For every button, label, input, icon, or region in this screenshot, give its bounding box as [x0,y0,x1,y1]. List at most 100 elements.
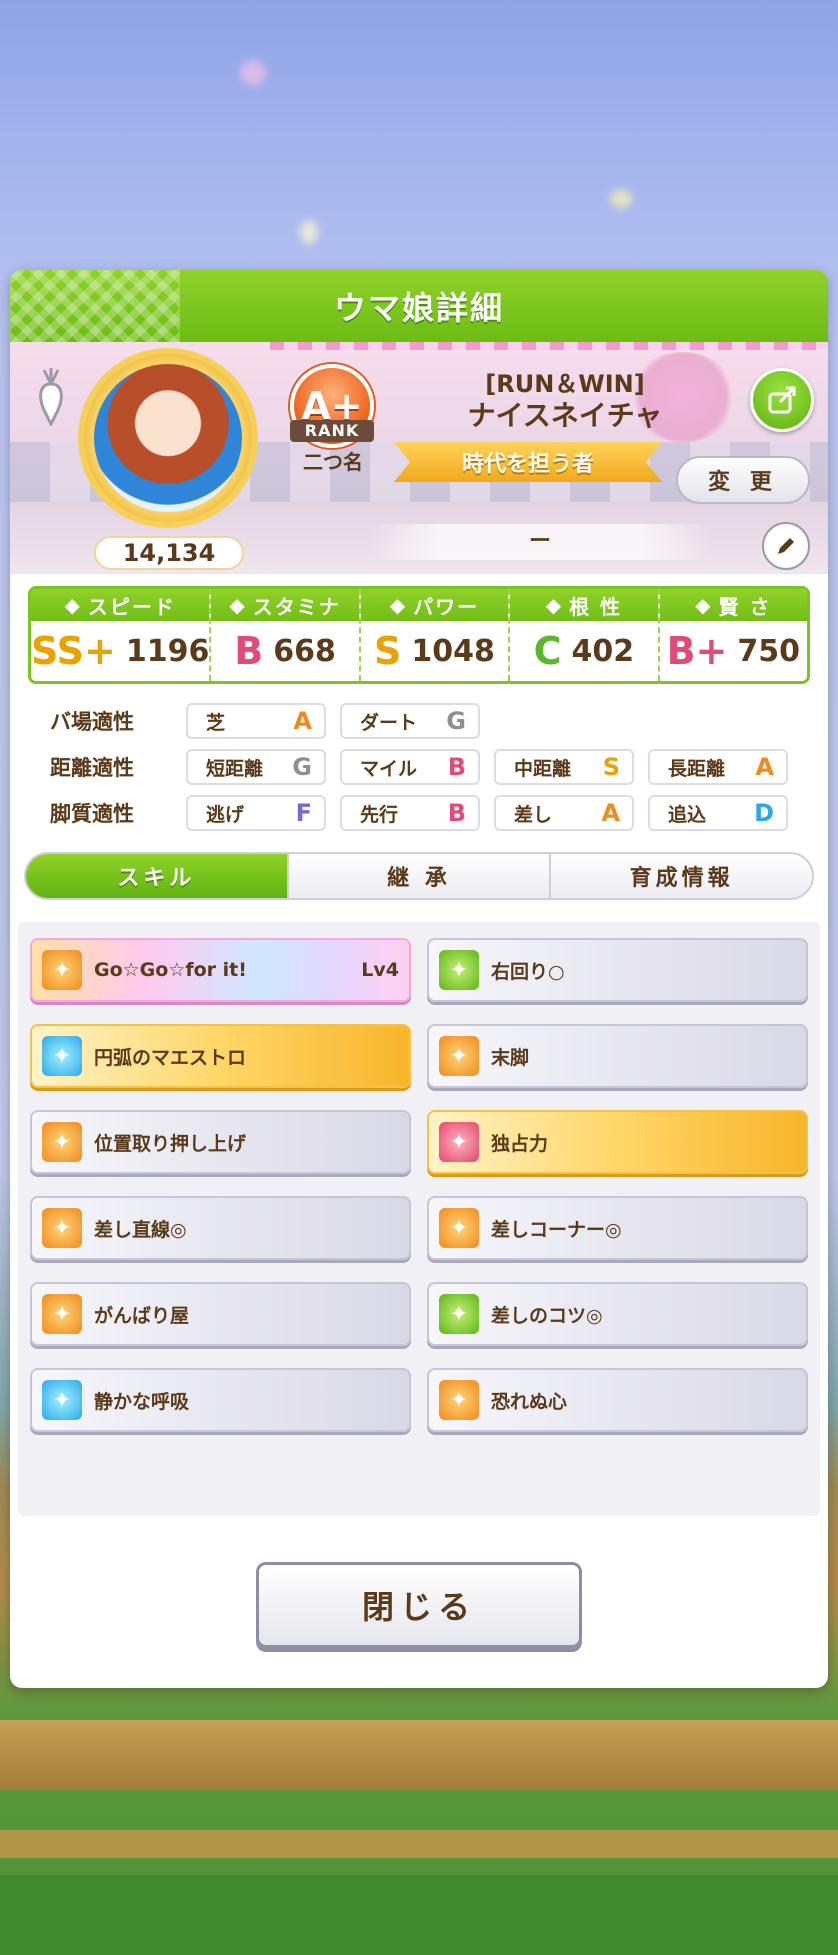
stats-table: ◆ スピード SS+ 1196 ◆ スタミナ B 668 ◆ パワー S 1048 ◆ 根 性 C 402 ◆ 賢… [28,586,810,684]
aptitude-chip: 先行 B [340,795,480,831]
stat-column: ◆ 賢 さ B+ 750 [659,589,807,681]
stat-name: スピード [87,594,176,619]
stat-column: ◆ スピード SS+ 1196 [31,589,212,681]
skill-item[interactable]: ✦ 差しコーナー◎ [427,1196,808,1260]
skill-item[interactable]: ✦ 独占力 [427,1110,808,1174]
stat-grade: SS+ [31,629,116,673]
skills-grid: ✦ Go☆Go☆for it! Lv4 ✦ 右回り○ ✦ 円弧のマエストロ ✦ 末脚 ✦ 位置取り押… [30,938,808,1432]
aptitude-name: 逃げ [206,803,245,826]
skill-item[interactable]: ✦ Go☆Go☆for it! Lv4 [30,938,411,1002]
skill-name: 右回り○ [491,960,565,983]
stat-value: 750 [737,633,801,669]
stat-column: ◆ スタミナ B 668 [211,589,361,681]
skills-list: ✦ Go☆Go☆for it! Lv4 ✦ 右回り○ ✦ 円弧のマエストロ ✦ 末脚 ✦ 位置取り押… [18,922,820,1516]
stat-body: S 1048 [360,621,509,681]
edit-button[interactable] [762,522,810,570]
skill-icon: ✦ [42,950,82,990]
stat-value: 1048 [411,633,495,669]
detail-tabs: スキル 継 承 育成情報 [24,852,814,900]
aptitude-grade: D [754,799,774,827]
skill-item[interactable]: ✦ 末脚 [427,1024,808,1088]
aptitude-name: 短距離 [206,757,264,780]
stat-name: 根 性 [569,594,623,619]
aptitude-label: 脚質適性 [50,802,134,826]
tab-training-info[interactable]: 育成情報 [551,854,812,898]
change-button[interactable]: 変 更 [676,456,810,504]
aptitude-name: 追込 [668,803,707,826]
close-button[interactable]: 閉じる [256,1562,582,1648]
aptitude-grade: G [446,707,466,735]
aptitude-name: 芝 [206,711,226,734]
epithet-ribbon: 時代を担う者 [394,442,662,482]
flame-icon: ◆ [545,593,564,617]
aptitude-label: バ場適性 [50,710,134,734]
skill-icon: ✦ [439,1122,479,1162]
stat-header: ◆ 賢 さ [659,589,807,621]
style-aptitude-row: 脚質適性 逃げ F 先行 B 差し A 追込 D [50,790,810,836]
background-fence [0,1720,838,1790]
header-pattern [10,270,180,342]
skill-icon: ✦ [439,1380,479,1420]
character-portrait [94,364,242,512]
aptitude-chip: 中距離 S [494,749,634,785]
nickname-label[interactable]: 二つ名 [288,446,378,475]
skill-item[interactable]: ✦ 差しのコツ◎ [427,1282,808,1346]
tab-skills[interactable]: スキル [26,854,289,898]
comment-text: ー [370,524,710,560]
skill-item[interactable]: ✦ 右回り○ [427,938,808,1002]
skill-name: 恐れぬ心 [491,1390,568,1413]
stat-column: ◆ 根 性 C 402 [510,589,660,681]
stat-column: ◆ パワー S 1048 [360,589,511,681]
stat-grade: B [234,629,264,673]
panel-header: ウマ娘詳細 [10,270,828,342]
character-name: ナイスネイチャ [467,399,663,432]
stat-grade: B+ [666,629,728,673]
distance-aptitude-row: 距離適性 短距離 G マイル B 中距離 S 長距離 A [50,744,810,790]
heart-icon: ◆ [229,593,247,617]
aptitude-chip: 追込 D [648,795,788,831]
skill-icon: ✦ [439,1294,479,1334]
tab-inheritance[interactable]: 継 承 [289,854,552,898]
aptitude-name: 先行 [360,803,399,826]
aptitude-grade: F [295,799,312,827]
aptitude-grade: S [602,753,620,781]
skill-icon: ✦ [42,1208,82,1248]
character-portrait-frame[interactable] [78,348,258,528]
rank-badge: A+ RANK [286,364,378,456]
share-button[interactable] [750,368,814,432]
profile-section: 14,134 A+ RANK 二つ名 [RUN＆WIN] ナイスネイチャ 時代を… [10,342,828,574]
skill-name: 差し直線◎ [94,1218,187,1241]
skill-item[interactable]: ✦ がんばり屋 [30,1282,411,1346]
stat-body: C 402 [510,621,658,681]
panel-title: ウマ娘詳細 [333,289,504,327]
skill-item[interactable]: ✦ 差し直線◎ [30,1196,411,1260]
skill-item[interactable]: ✦ 静かな呼吸 [30,1368,411,1432]
stat-body: B+ 750 [659,621,807,681]
skill-name: 差しコーナー◎ [491,1218,622,1241]
aptitude-name: 差し [514,803,553,826]
aptitude-chip: 短距離 G [186,749,326,785]
aptitude-chip: 逃げ F [186,795,326,831]
skill-name: 静かな呼吸 [94,1390,190,1413]
skill-icon: ✦ [42,1294,82,1334]
skill-icon: ✦ [439,1208,479,1248]
skill-name: 独占力 [491,1132,549,1155]
skill-item[interactable]: ✦ 恐れぬ心 [427,1368,808,1432]
muscle-icon: ◆ [389,593,408,617]
skill-icon: ✦ [42,1122,82,1162]
stat-value: 668 [273,633,336,669]
aptitude-label: 距離適性 [50,756,134,780]
stat-body: SS+ 1196 [31,621,210,681]
skill-item[interactable]: ✦ 円弧のマエストロ [30,1024,411,1088]
skill-item[interactable]: ✦ 位置取り押し上げ [30,1110,411,1174]
graduation-cap-icon: ◆ [695,593,713,617]
stat-grade: S [374,629,402,673]
aptitude-grade: B [447,753,466,781]
aptitude-chip: 差し A [494,795,634,831]
share-icon [768,386,796,414]
background-confetti [240,60,266,86]
aptitude-grade: A [293,707,312,735]
aptitude-name: マイル [360,757,418,780]
carrot-icon [39,368,63,426]
aptitude-grade: A [755,753,774,781]
